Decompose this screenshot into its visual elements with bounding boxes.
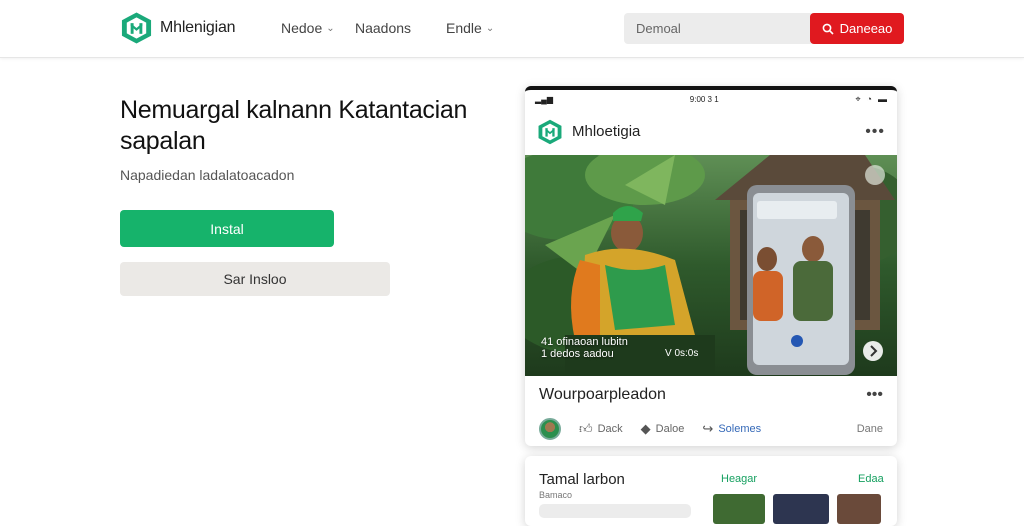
nav-item-label: Nedoe (281, 20, 323, 36)
pin-icon: ◆ (640, 421, 651, 436)
hero-title: Nemuargal kalnann Katantacian sapalan (120, 96, 468, 155)
share-action[interactable]: ↪ Solemes (702, 421, 761, 437)
logo-mark-icon (121, 12, 152, 44)
secondary-button[interactable]: Sar Insloo (120, 262, 390, 296)
app-logo-icon (538, 119, 562, 144)
nav-item-label: Endle (446, 20, 482, 36)
signal-icon: ▂▄▆ (535, 94, 553, 104)
card2-subtitle: Bamaco (539, 490, 573, 500)
header-cta-button[interactable]: Daneeao (810, 13, 904, 44)
phone-preview-card: ▂▄▆ 9:00 3 1 ⌖ ◔ ▬ Mhloetigia ••• 41 ofi… (525, 86, 897, 446)
brand-logo[interactable]: Mhlenigian (120, 11, 236, 45)
search-placeholder: Demoal (636, 21, 681, 36)
photo-caption: 41 ofinaoan lubitn 1 dedos aadou (541, 336, 628, 360)
chevron-down-icon: ⌄ (326, 22, 335, 34)
caption-extra: V 0s:0s (665, 348, 699, 359)
install-button[interactable]: Instal (120, 210, 334, 247)
like-label: Dack (597, 423, 623, 435)
thumbs-up-icon: 👍︎ (579, 421, 593, 436)
nav-item-3[interactable]: Endle ⌄ (446, 20, 494, 36)
wifi-icon: ◔ (866, 94, 872, 104)
more-options-icon[interactable]: ••• (865, 123, 885, 141)
status-icons: ⌖ ◔ ▬ (855, 94, 887, 105)
thumbnail-1[interactable] (713, 494, 765, 524)
more-options-icon[interactable]: ••• (866, 386, 883, 404)
header-cta-label: Daneeao (839, 21, 893, 36)
card2-title: Tamal larbon (539, 471, 625, 488)
pin-label: Daloe (655, 423, 685, 435)
post-photo[interactable]: 41 ofinaoan lubitn 1 dedos aadou V 0s:0s (525, 155, 897, 376)
search-input[interactable]: Demoal (624, 13, 814, 44)
share-icon: ↪ (702, 421, 714, 436)
nav-item-label: Naadons (355, 20, 412, 36)
top-header: Mhlenigian Nedoe ⌄ Naadons Endle ⌄ Demoa… (0, 0, 1024, 58)
like-action[interactable]: 👍︎ Dack (579, 421, 623, 437)
secondary-card: Tamal larbon Bamaco Heagar Edaa (525, 456, 897, 526)
vibrate-icon: ⌖ (855, 93, 861, 104)
post-title: Wourpoarpleadon (539, 386, 666, 403)
hero-subtitle: Napadiedan ladalatoacadon (120, 167, 295, 183)
caption-line-1: 41 ofinaoan lubitn (541, 336, 628, 348)
status-time: 9:00 3 1 (689, 94, 719, 104)
share-label: Solemes (718, 423, 762, 435)
app-name: Mhloetigia (572, 123, 641, 140)
brand-name: Mhlenigian (160, 19, 236, 36)
caption-line-2: 1 dedos aadou (541, 348, 614, 360)
app-bar: Mhloetigia ••• (525, 108, 897, 155)
nav-item-2[interactable]: Naadons (355, 20, 411, 36)
post-actions: 👍︎ Dack ◆ Daloe ↪ Solemes Dane (525, 414, 897, 444)
card2-mid-link[interactable]: Heagar (721, 473, 757, 485)
status-bar: ▂▄▆ 9:00 3 1 ⌖ ◔ ▬ (525, 90, 897, 108)
search-icon (822, 23, 834, 35)
card2-input[interactable] (539, 504, 691, 518)
actions-right-label[interactable]: Dane (857, 423, 883, 435)
avatar[interactable] (539, 418, 561, 440)
thumbnail-3[interactable] (837, 494, 881, 524)
pin-action[interactable]: ◆ Daloe (641, 421, 685, 437)
nav-item-1[interactable]: Nedoe ⌄ (281, 20, 335, 36)
card2-right-link[interactable]: Edaa (858, 473, 884, 485)
chevron-down-icon: ⌄ (485, 22, 495, 34)
thumbnail-2[interactable] (773, 494, 829, 524)
battery-icon: ▬ (877, 94, 887, 104)
post-title-row: Wourpoarpleadon ••• (525, 376, 897, 414)
